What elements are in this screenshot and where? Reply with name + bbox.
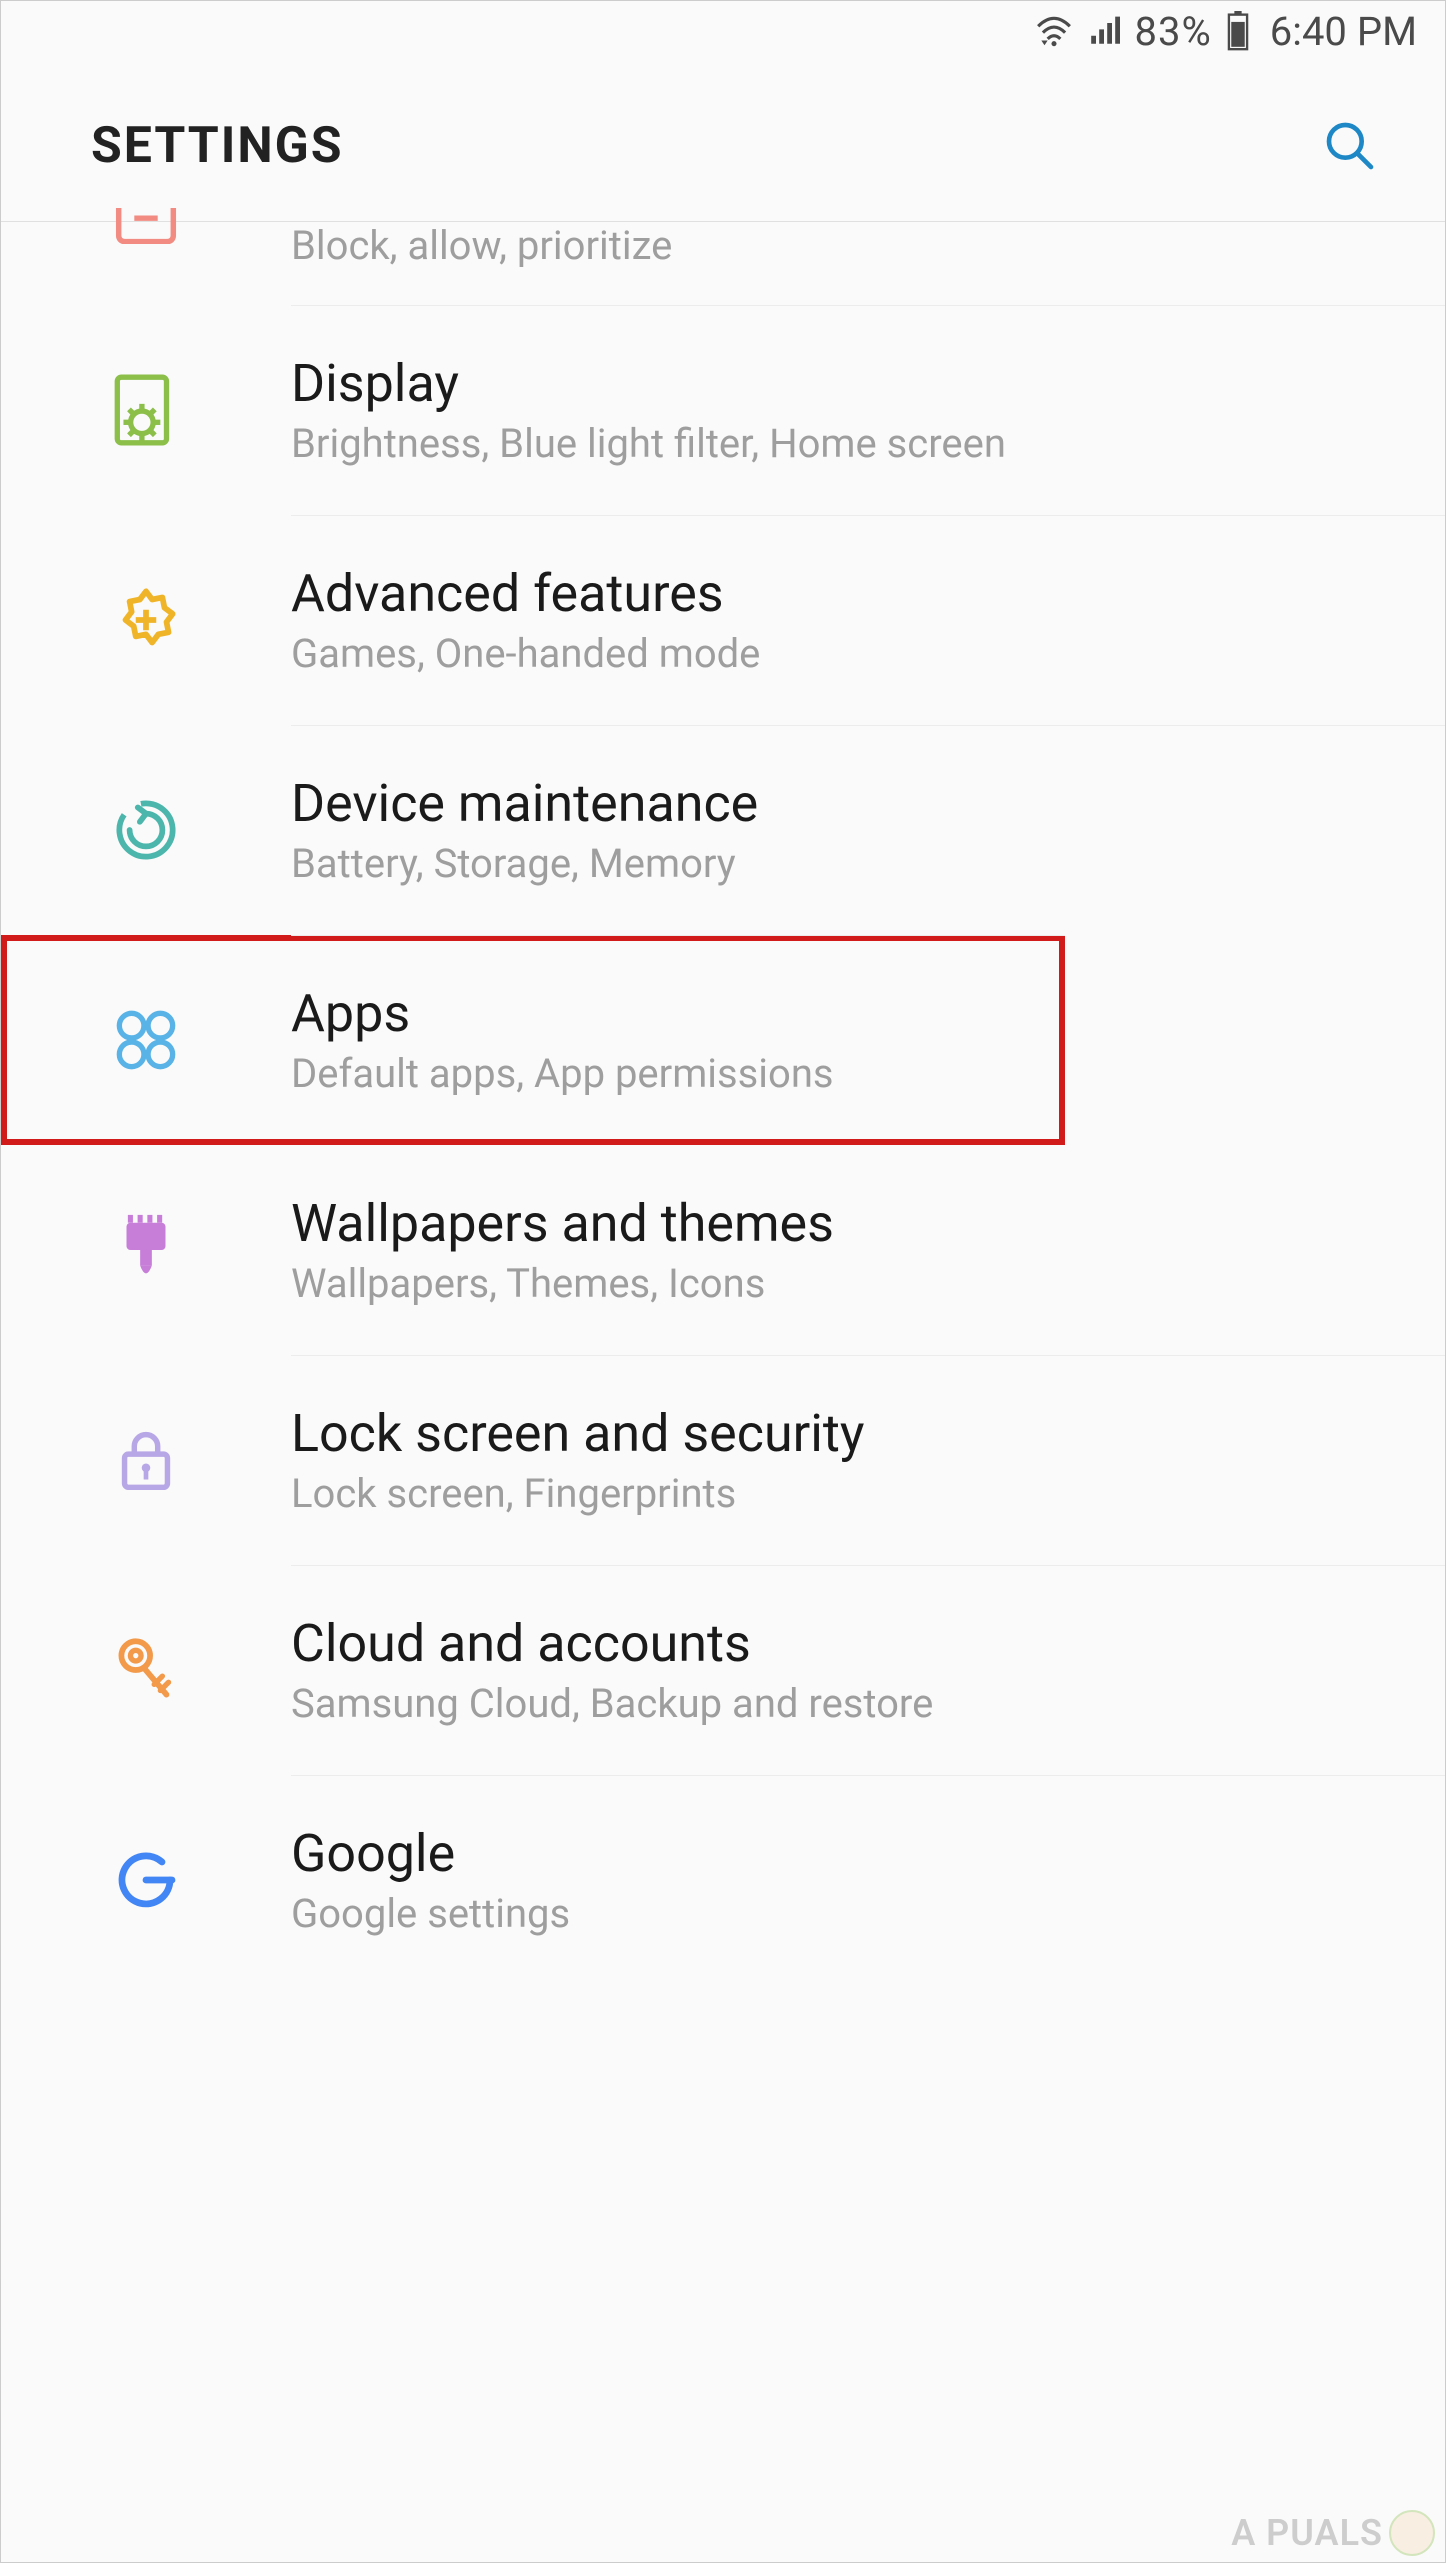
settings-item-maintenance[interactable]: Device maintenance Battery, Storage, Mem…: [1, 725, 1445, 935]
battery-percent: 83%: [1135, 8, 1212, 55]
notifications-icon: [101, 208, 191, 244]
item-title: Lock screen and security: [291, 1403, 865, 1464]
settings-item-google[interactable]: Google Google settings: [1, 1775, 1445, 1985]
header: SETTINGS: [1, 61, 1445, 222]
settings-item-display[interactable]: Display Brightness, Blue light filter, H…: [1, 305, 1445, 515]
item-title: Cloud and accounts: [291, 1613, 933, 1674]
settings-item-wallpapers[interactable]: Wallpapers and themes Wallpapers, Themes…: [1, 1145, 1445, 1355]
page-title: SETTINGS: [91, 117, 344, 175]
item-subtitle: Samsung Cloud, Backup and restore: [291, 1680, 933, 1727]
watermark-avatar-icon: [1389, 2510, 1435, 2556]
item-subtitle: Battery, Storage, Memory: [291, 840, 758, 887]
item-title: Apps: [291, 983, 834, 1044]
settings-item-lock[interactable]: Lock screen and security Lock screen, Fi…: [1, 1355, 1445, 1565]
item-title: Google: [291, 1823, 570, 1884]
advanced-icon: [101, 575, 191, 665]
settings-item-apps[interactable]: Apps Default apps, App permissions: [1, 935, 1065, 1145]
maintenance-icon: [101, 785, 191, 875]
battery-icon: [1226, 11, 1250, 51]
signal-icon: [1087, 15, 1121, 47]
status-bar: 83% 6:40 PM: [1, 1, 1445, 61]
item-title: Device maintenance: [291, 773, 758, 834]
search-button[interactable]: [1315, 111, 1385, 181]
item-subtitle: Lock screen, Fingerprints: [291, 1470, 865, 1517]
settings-item-cloud[interactable]: Cloud and accounts Samsung Cloud, Backup…: [1, 1565, 1445, 1775]
item-title: Display: [291, 353, 1006, 414]
item-subtitle: Block, allow, prioritize: [291, 222, 672, 269]
item-subtitle: Wallpapers, Themes, Icons: [291, 1260, 834, 1307]
item-subtitle: Default apps, App permissions: [291, 1050, 834, 1097]
google-icon: [101, 1835, 191, 1925]
item-subtitle: Games, One-handed mode: [291, 630, 760, 677]
wallpapers-icon: [101, 1205, 191, 1295]
watermark-text: A PUALS: [1231, 2512, 1383, 2554]
item-title: Wallpapers and themes: [291, 1193, 834, 1254]
settings-item-advanced[interactable]: Advanced features Games, One-handed mode: [1, 515, 1445, 725]
apps-icon: [101, 995, 191, 1085]
item-subtitle: Brightness, Blue light filter, Home scre…: [291, 420, 1006, 467]
settings-screen: 83% 6:40 PM SETTINGS Notifications Block…: [0, 0, 1446, 2563]
clock: 6:40 PM: [1270, 8, 1417, 55]
display-icon: [101, 365, 191, 455]
cloud-icon: [101, 1625, 191, 1715]
item-title: Advanced features: [291, 563, 760, 624]
settings-item-notifications[interactable]: Notifications Block, allow, prioritize: [1, 222, 1445, 305]
watermark: A PUALS: [1231, 2510, 1435, 2556]
wifi-icon: [1035, 15, 1073, 47]
lock-icon: [101, 1415, 191, 1505]
search-icon: [1322, 118, 1378, 174]
item-subtitle: Google settings: [291, 1890, 570, 1937]
settings-list: Notifications Block, allow, prioritize D…: [1, 222, 1445, 1985]
